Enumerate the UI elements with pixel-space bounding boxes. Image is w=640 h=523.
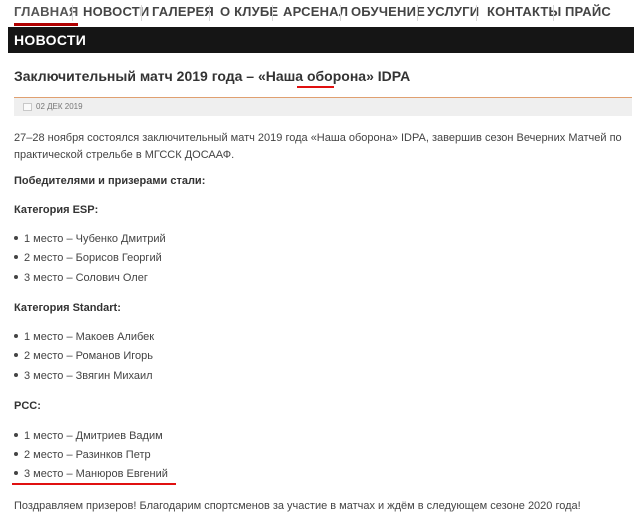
- highlight-underline: [297, 86, 334, 88]
- bullet-icon: [14, 334, 18, 339]
- article-date: 02 ДЕК 2019: [36, 102, 83, 111]
- bullet-icon: [14, 433, 18, 438]
- article-title[interactable]: Заключительный матч 2019 года – «Наша об…: [14, 68, 410, 84]
- nav-item-prices[interactable]: ПРАЙС: [565, 4, 611, 22]
- nav-item-news[interactable]: НОВОСТИ: [83, 4, 149, 22]
- bullet-icon: [14, 236, 18, 241]
- nav-separator: [417, 5, 418, 21]
- bullet-icon: [14, 471, 18, 476]
- list-item: 3 место – Звягин Михаил: [14, 370, 153, 382]
- bullet-icon: [14, 353, 18, 358]
- bullet-icon: [14, 373, 18, 378]
- highlight-underline: [12, 483, 176, 485]
- nav-item-about[interactable]: О КЛУБЕ: [220, 4, 278, 22]
- nav-separator: [72, 5, 73, 21]
- calendar-icon: [23, 103, 32, 111]
- category-heading: Категория ESP:: [14, 204, 99, 216]
- category-heading: PCC:: [14, 400, 41, 412]
- nav-separator: [553, 5, 554, 21]
- nav-item-contacts[interactable]: КОНТАКТЫ: [487, 4, 561, 22]
- article-intro: 27–28 ноября состоялся заключительный ма…: [14, 132, 622, 161]
- top-navigation: ГЛАВНАЯ НОВОСТИ ГАЛЕРЕЯ О КЛУБЕ АРСЕНАЛ …: [0, 0, 640, 26]
- section-title: НОВОСТИ: [14, 32, 87, 48]
- section-header-bar: НОВОСТИ: [8, 27, 634, 53]
- winners-heading: Победителями и призерами стали:: [14, 175, 206, 187]
- list-item: 3 место – Манюров Евгений: [14, 468, 168, 480]
- list-item: 3 место – Солович Олег: [14, 272, 148, 284]
- nav-separator: [476, 5, 477, 21]
- article-title-tag: IDPA: [377, 68, 411, 84]
- article-title-main: Заключительный матч 2019 года – «Наша об…: [14, 68, 378, 84]
- nav-item-arsenal[interactable]: АРСЕНАЛ: [283, 4, 348, 22]
- nav-item-home[interactable]: ГЛАВНАЯ: [14, 4, 79, 26]
- list-item: 1 место – Чубенко Дмитрий: [14, 233, 166, 245]
- list-item: 1 место – Макоев Алибек: [14, 331, 154, 343]
- nav-separator: [340, 5, 341, 21]
- article-meta-bar: 02 ДЕК 2019: [14, 97, 632, 116]
- list-item: 2 место – Романов Игорь: [14, 350, 153, 362]
- bullet-icon: [14, 275, 18, 280]
- list-item: 2 место – Разинков Петр: [14, 449, 151, 461]
- nav-item-services[interactable]: УСЛУГИ: [427, 4, 479, 22]
- nav-item-gallery[interactable]: ГАЛЕРЕЯ: [152, 4, 214, 22]
- nav-item-training[interactable]: ОБУЧЕНИЕ: [351, 4, 425, 22]
- bullet-icon: [14, 255, 18, 260]
- bullet-icon: [14, 452, 18, 457]
- category-heading: Категория Standart:: [14, 302, 121, 314]
- nav-separator: [209, 5, 210, 21]
- list-item: 1 место – Дмитриев Вадим: [14, 430, 163, 442]
- list-item: 2 место – Борисов Георгий: [14, 252, 162, 264]
- nav-separator: [141, 5, 142, 21]
- article-closing: Поздравляем призеров! Благодарим спортсм…: [14, 500, 581, 512]
- nav-separator: [272, 5, 273, 21]
